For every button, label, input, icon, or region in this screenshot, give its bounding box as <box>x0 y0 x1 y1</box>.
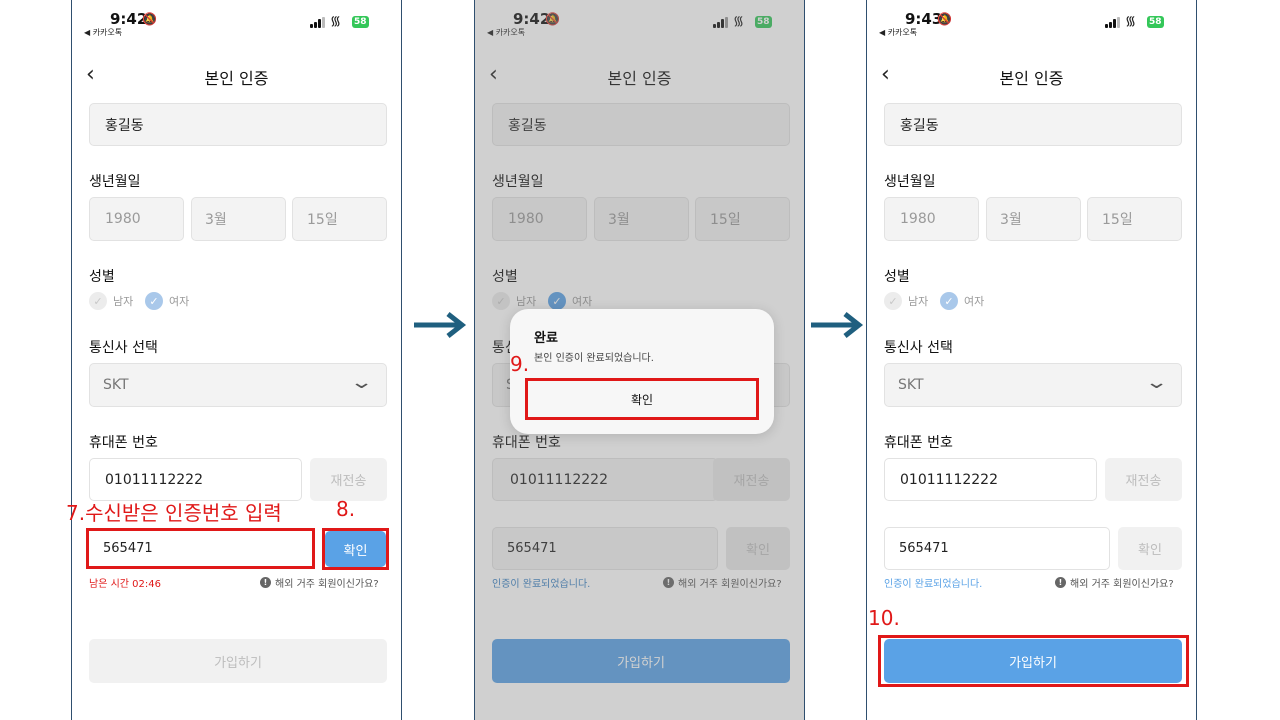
gender-male-label: 남자 <box>908 295 929 308</box>
gender-male-label: 남자 <box>113 295 134 308</box>
annotation-step-10: 10. <box>868 606 900 630</box>
confirm-button[interactable]: 확인 <box>1118 527 1182 570</box>
birth-day-value: 15일 <box>1102 212 1133 228</box>
resend-button[interactable]: 재전송 <box>310 458 387 501</box>
phone-field[interactable]: 01011112222 <box>89 458 302 501</box>
name-field[interactable]: 홍길동 <box>89 103 387 146</box>
signup-button[interactable]: 가입하기 <box>89 639 387 683</box>
overseas-text: 해외 거주 회원이신가요? <box>275 579 379 590</box>
phone-label: 휴대폰 번호 <box>89 435 158 451</box>
birth-year-value: 1980 <box>900 211 936 227</box>
overseas-link[interactable]: ! 해외 거주 회원이신가요? <box>260 575 379 590</box>
bell-mute-icon: 🔕 <box>142 12 157 26</box>
birth-year-field[interactable]: 1980 <box>884 197 979 241</box>
carrier-select[interactable]: SKT <box>884 363 1182 407</box>
battery-icon: 58 <box>352 16 369 28</box>
gender-label: 성별 <box>884 269 910 285</box>
birth-day-value: 15일 <box>307 212 338 228</box>
page-title: 본인 인증 <box>999 69 1064 88</box>
gender-male-radio[interactable]: ✓ 남자 <box>884 292 928 310</box>
gender-female-label: 여자 <box>169 295 190 308</box>
gender-female-radio[interactable]: ✓ 여자 <box>940 292 984 310</box>
check-icon: ✓ <box>89 292 107 310</box>
carrier-label: 통신사 선택 <box>884 340 953 356</box>
info-icon: ! <box>1055 577 1066 588</box>
signup-button-highlight <box>878 635 1189 687</box>
confirm-button[interactable]: 확인 <box>325 531 386 567</box>
check-icon: ✓ <box>145 292 163 310</box>
code-value: 565471 <box>103 541 153 556</box>
carrier-value: SKT <box>103 377 129 393</box>
name-field[interactable]: 홍길동 <box>884 103 1182 146</box>
battery-icon: 58 <box>1147 16 1164 28</box>
birth-year-value: 1980 <box>105 211 141 227</box>
resend-button[interactable]: 재전송 <box>1105 458 1182 501</box>
back-to-app-link[interactable]: ◀ 카카오톡 <box>84 27 122 38</box>
code-input[interactable]: 565471 <box>884 527 1110 570</box>
timer-text: 남은 시간 02:46 <box>89 579 161 590</box>
verified-text: 인증이 완료되었습니다. <box>884 579 983 590</box>
birth-month-field[interactable]: 3월 <box>986 197 1081 241</box>
chevron-down-icon: ⌄ <box>349 372 374 393</box>
birth-month-value: 3월 <box>1000 212 1022 228</box>
check-icon: ✓ <box>940 292 958 310</box>
code-value: 565471 <box>899 541 949 556</box>
name-value: 홍길동 <box>105 117 144 134</box>
signal-icon <box>310 16 325 28</box>
overseas-text: 해외 거주 회원이신가요? <box>1070 579 1174 590</box>
annotation-step-7: 7.수신받은 인증번호 입력 <box>66 501 282 525</box>
carrier-select[interactable]: SKT <box>89 363 387 407</box>
annotation-step-9: 9. <box>510 352 530 376</box>
carrier-label: 통신사 선택 <box>89 340 158 356</box>
check-icon: ✓ <box>884 292 902 310</box>
code-input[interactable]: 565471 <box>89 531 312 566</box>
wifi-icon: ᯾ <box>1125 14 1137 29</box>
dialog-title: 완료 <box>534 331 558 346</box>
name-value: 홍길동 <box>900 117 939 134</box>
annotation-step-8: 8. <box>336 497 356 521</box>
dialog-message: 본인 인증이 완료되었습니다. <box>534 353 654 364</box>
completion-dialog: 완료 본인 인증이 완료되었습니다. 확인 <box>510 309 774 434</box>
arrow-right-icon <box>811 312 864 338</box>
back-to-app-link[interactable]: ◀ 카카오톡 <box>879 27 917 38</box>
overseas-link[interactable]: ! 해외 거주 회원이신가요? <box>1055 575 1174 590</box>
gender-male-radio[interactable]: ✓ 남자 <box>89 292 133 310</box>
phone-value: 01011112222 <box>105 471 203 488</box>
gender-label: 성별 <box>89 269 115 285</box>
birth-label: 생년월일 <box>884 174 936 190</box>
birth-year-field[interactable]: 1980 <box>89 197 184 241</box>
birth-day-field[interactable]: 15일 <box>1087 197 1182 241</box>
phone-screen-step-10: 9:43 🔕 ◀ 카카오톡 ᯾ 58 ‹ 본인 인증 홍길동 생년월일 1980… <box>866 0 1197 720</box>
arrow-right-icon <box>414 312 467 338</box>
carrier-value: SKT <box>898 377 924 393</box>
phone-screen-step-7-8: 9:42 🔕 ◀ 카카오톡 ᯾ 58 ‹ 본인 인증 홍길동 생년월일 1980… <box>71 0 402 720</box>
dialog-ok-button[interactable]: 확인 <box>528 381 756 417</box>
birth-label: 생년월일 <box>89 174 141 190</box>
birth-day-field[interactable]: 15일 <box>292 197 387 241</box>
info-icon: ! <box>260 577 271 588</box>
phone-field[interactable]: 01011112222 <box>884 458 1097 501</box>
gender-female-radio[interactable]: ✓ 여자 <box>145 292 189 310</box>
chevron-down-icon: ⌄ <box>1144 372 1169 393</box>
wifi-icon: ᯾ <box>330 14 342 29</box>
birth-month-value: 3월 <box>205 212 227 228</box>
birth-month-field[interactable]: 3월 <box>191 197 286 241</box>
signal-icon <box>1105 16 1120 28</box>
gender-female-label: 여자 <box>964 295 985 308</box>
phone-value: 01011112222 <box>900 471 998 488</box>
phone-label: 휴대폰 번호 <box>884 435 953 451</box>
bell-mute-icon: 🔕 <box>937 12 952 26</box>
page-title: 본인 인증 <box>204 69 269 88</box>
